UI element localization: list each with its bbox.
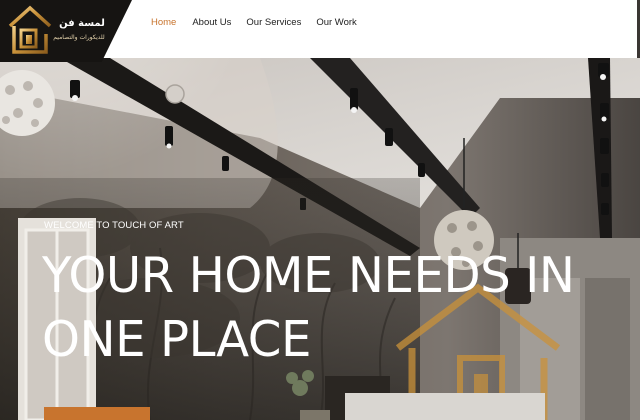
main-nav: Home About Us Our Services Our Work bbox=[151, 17, 373, 28]
nav-our-work[interactable]: Our Work bbox=[316, 17, 356, 28]
cta-button[interactable] bbox=[44, 407, 150, 420]
nav-about-us[interactable]: About Us bbox=[192, 17, 231, 28]
hero-section: WELCOME TO TOUCH OF ART YOUR HOME NEEDS … bbox=[0, 58, 640, 420]
nav-home[interactable]: Home bbox=[151, 17, 176, 28]
site-header: لمسة فن للديكورات والتصاميم Home About U… bbox=[0, 0, 640, 62]
logo-tagline: للديكورات والتصاميم bbox=[53, 34, 105, 41]
logo-name: لمسة فن bbox=[59, 18, 105, 29]
welcome-text: WELCOME TO TOUCH OF ART bbox=[44, 220, 184, 231]
hero-headline: YOUR HOME NEEDS IN ONE PLACE bbox=[42, 244, 575, 372]
headline-line-1: YOUR HOME NEEDS IN bbox=[42, 247, 575, 304]
site-logo[interactable]: لمسة فن للديكورات والتصاميم bbox=[0, 0, 132, 62]
house-logo-icon bbox=[8, 5, 52, 54]
headline-line-2: ONE PLACE bbox=[42, 311, 311, 368]
nav-our-services[interactable]: Our Services bbox=[246, 17, 301, 28]
